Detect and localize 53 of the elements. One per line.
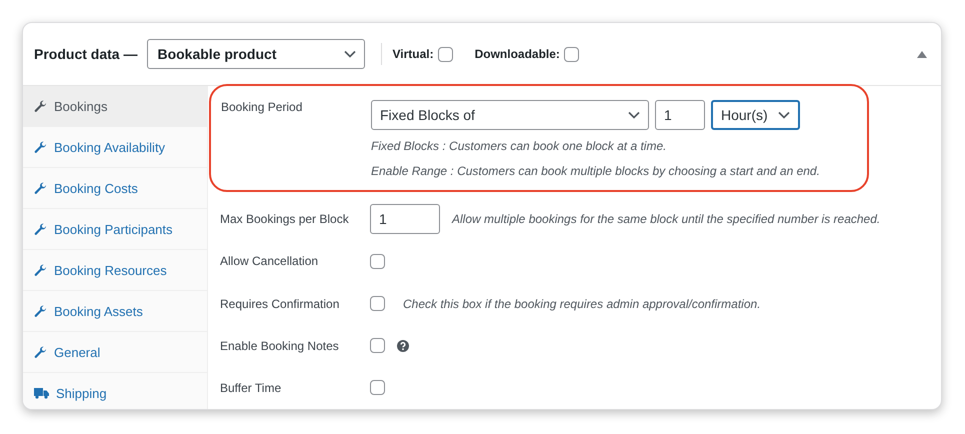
truck-icon bbox=[34, 387, 49, 399]
tab-label: Booking Availability bbox=[54, 140, 166, 154]
panel-title: Product data — bbox=[34, 46, 138, 62]
checkbox[interactable] bbox=[370, 380, 385, 396]
field-label: Allow Cancellation bbox=[220, 254, 320, 268]
option-label: Downloadable: bbox=[474, 47, 560, 61]
wrench-icon bbox=[34, 304, 47, 318]
tab-label: General bbox=[54, 344, 100, 360]
sidebar-tab[interactable]: General bbox=[23, 332, 207, 373]
field-label: Buffer Time bbox=[220, 380, 282, 395]
help-text: Enable Range : Customers can book multiple blocks by choosing a start and an end. bbox=[371, 163, 820, 180]
tab-label: Booking Assets bbox=[54, 304, 143, 318]
field-label: Enable Booking Notes bbox=[220, 338, 340, 353]
tab-label: Booking Resources bbox=[54, 262, 167, 278]
wrench-icon bbox=[34, 264, 47, 276]
sidebar-tab[interactable]: Booking Availability bbox=[23, 127, 207, 168]
caret-icon bbox=[344, 50, 356, 58]
tab-label: Shipping bbox=[56, 386, 107, 400]
field-description: Allow multiple bookings for the same block until the specified number is reached. bbox=[452, 212, 880, 226]
checkbox[interactable] bbox=[370, 254, 385, 269]
field-label: Requires Confirmation bbox=[220, 296, 340, 310]
sidebar-tab[interactable]: Bookings bbox=[23, 86, 207, 127]
tab-label: Booking Participants bbox=[54, 222, 173, 236]
field-label: Booking Period bbox=[221, 100, 304, 116]
tab-label: Booking Costs bbox=[54, 180, 138, 196]
wrench-icon bbox=[34, 346, 47, 358]
caret-icon bbox=[778, 111, 790, 119]
sidebar-tab[interactable]: Booking Participants bbox=[23, 209, 207, 250]
amount-field[interactable]: 1 bbox=[655, 100, 705, 130]
sidebar-tab[interactable]: Shipping bbox=[23, 373, 207, 409]
field-label: Max Bookings per Block bbox=[220, 212, 350, 226]
caret-icon bbox=[628, 111, 640, 119]
period-select[interactable]: Fixed Blocks of bbox=[371, 100, 649, 130]
sidebar-tab[interactable]: Booking Costs bbox=[23, 168, 207, 209]
sidebar-tab[interactable]: Booking Assets bbox=[23, 291, 207, 332]
checkbox[interactable] bbox=[564, 46, 579, 62]
wrench-icon bbox=[34, 182, 47, 194]
unit-select[interactable]: Hour(s) bbox=[711, 100, 800, 130]
option-label: Virtual: bbox=[392, 47, 434, 61]
help-text: Fixed Blocks : Customers can book one block at a time. bbox=[371, 138, 668, 155]
collapse-icon[interactable] bbox=[917, 50, 927, 58]
wrench-icon bbox=[34, 100, 47, 112]
checkbox[interactable] bbox=[370, 338, 385, 354]
product-type-select[interactable]: Bookable product bbox=[147, 39, 366, 69]
sidebar-tab[interactable]: Booking Resources bbox=[23, 250, 207, 291]
wrench-icon bbox=[34, 140, 47, 154]
checkbox[interactable] bbox=[438, 46, 453, 62]
wrench-icon bbox=[34, 222, 47, 236]
checkbox[interactable] bbox=[370, 296, 385, 311]
help-icon[interactable] bbox=[397, 340, 409, 352]
tab-label: Bookings bbox=[54, 98, 108, 114]
field-description: Check this box if the booking requires admin approval/confirmation. bbox=[403, 296, 761, 310]
number-field[interactable]: 1 bbox=[370, 204, 440, 234]
